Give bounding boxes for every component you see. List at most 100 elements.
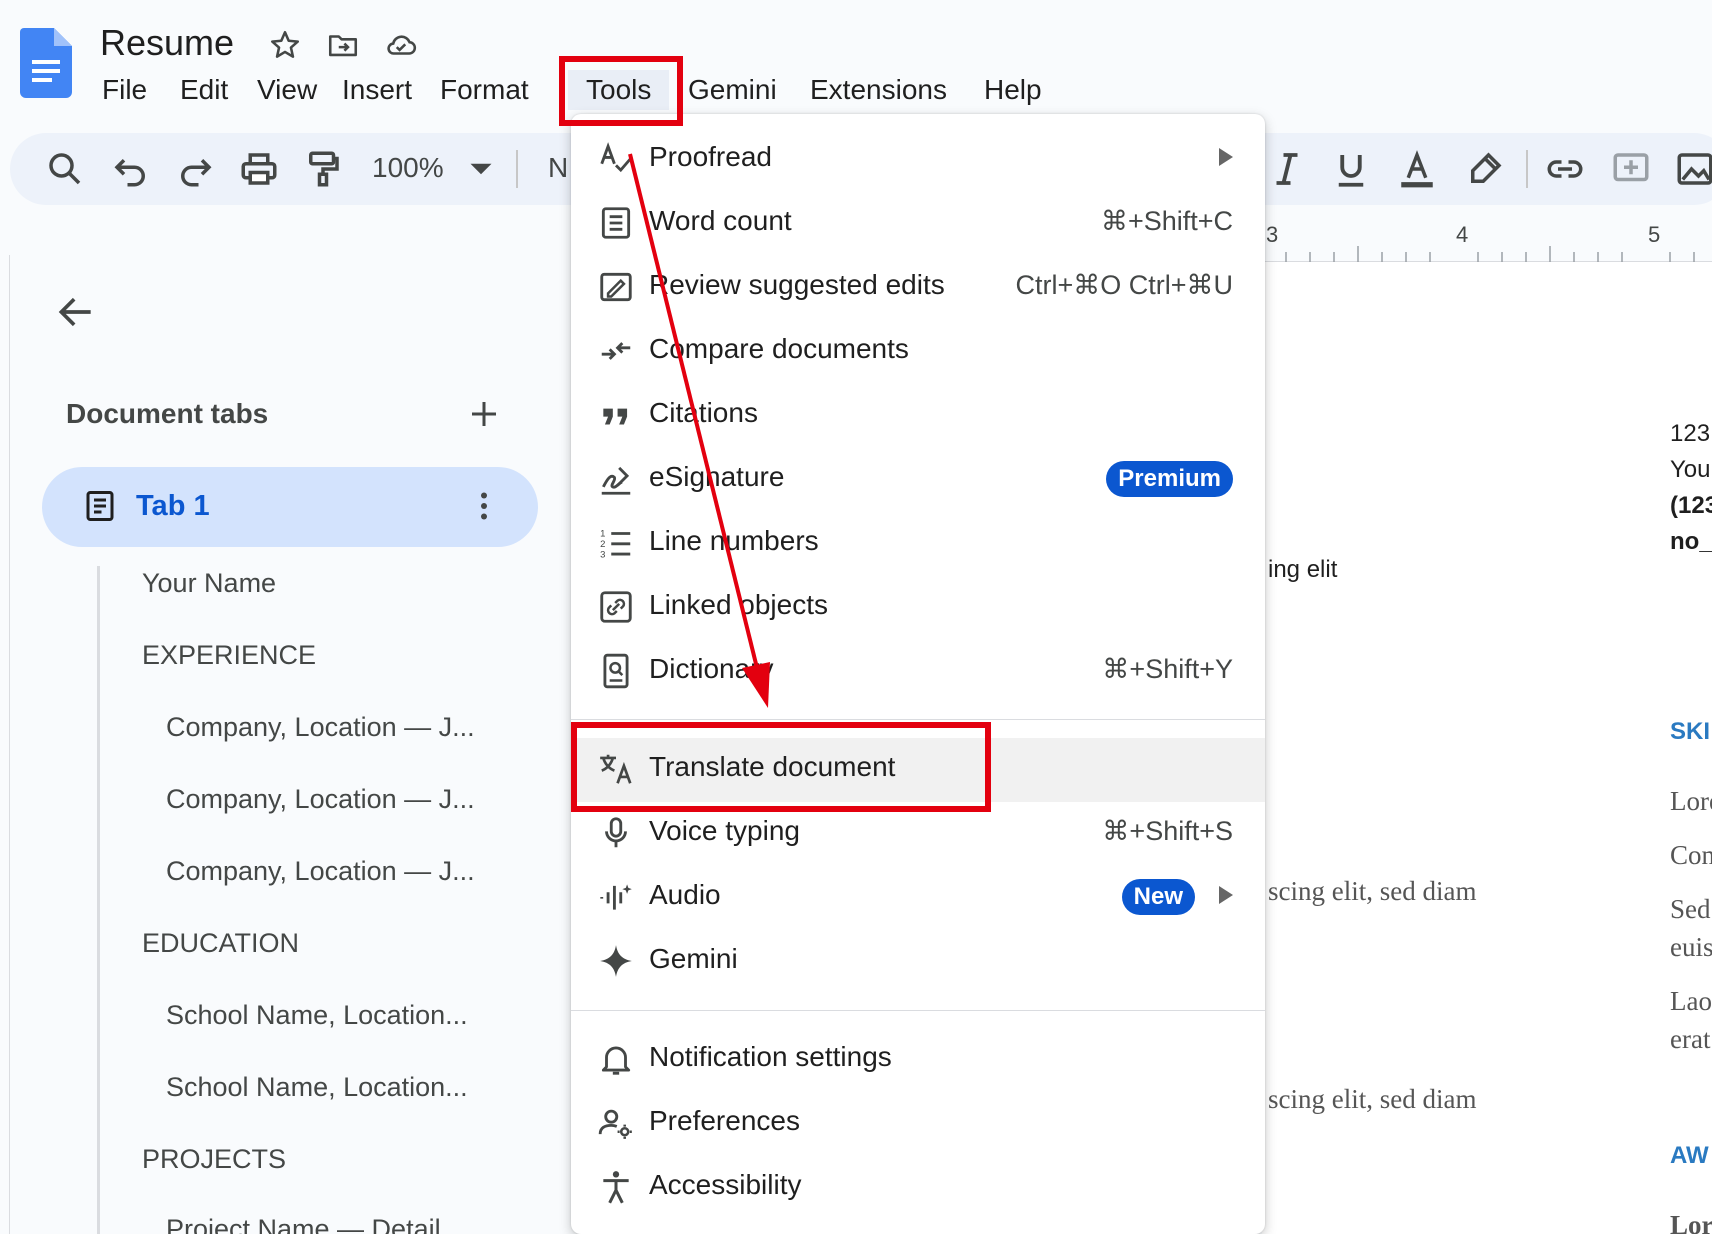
menu-item-label: Notification settings [649, 1041, 892, 1072]
menu-item-accessibility[interactable]: Accessibility [571, 1156, 1265, 1218]
outline-item[interactable]: School Name, Location... [166, 1072, 468, 1103]
svg-text:3: 3 [600, 549, 605, 560]
undo-icon[interactable] [110, 148, 152, 190]
bell-icon [597, 1040, 635, 1078]
menu-item-gemini[interactable]: Gemini [571, 930, 1265, 992]
annotation-box-translate [571, 722, 991, 812]
menu-file[interactable]: File [84, 70, 165, 110]
outline-item[interactable]: Company, Location — J... [166, 856, 475, 887]
menu-item-label: Citations [649, 397, 758, 428]
audio-icon [597, 878, 635, 916]
menu-edit[interactable]: Edit [162, 70, 246, 110]
outline-guide-line [97, 566, 100, 1234]
menu-format[interactable]: Format [422, 70, 547, 110]
menu-item-label: eSignature [649, 461, 785, 492]
menu-item-notification-settings[interactable]: Notification settings [571, 1028, 1265, 1090]
menu-item-preferences[interactable]: Preferences [571, 1092, 1265, 1154]
print-icon[interactable] [238, 148, 280, 190]
doc-text: Con [1670, 840, 1712, 870]
italic-icon[interactable] [1266, 148, 1308, 190]
insert-link-icon[interactable] [1544, 148, 1586, 190]
outline-item[interactable]: Project Name — Detail [166, 1214, 441, 1234]
menu-item-line-numbers[interactable]: 123 Line numbers [571, 512, 1265, 574]
doc-heading: AW [1670, 1142, 1709, 1169]
menu-item-compare-documents[interactable]: Compare documents [571, 320, 1265, 382]
redo-icon[interactable] [174, 148, 216, 190]
menu-item-linked-objects[interactable]: Linked objects [571, 576, 1265, 638]
menu-help[interactable]: Help [966, 70, 1060, 110]
menu-item-label: Gemini [649, 943, 738, 974]
outline-item[interactable]: Company, Location — J... [166, 784, 475, 815]
dictionary-icon [597, 652, 635, 690]
menu-item-label: Preferences [649, 1105, 800, 1136]
menu-insert[interactable]: Insert [324, 70, 430, 110]
doc-text: Lao [1670, 986, 1712, 1016]
premium-badge: Premium [1106, 461, 1233, 497]
chevron-down-icon[interactable] [460, 148, 502, 190]
menu-separator [571, 719, 1265, 720]
document-title[interactable]: Resume [100, 22, 234, 64]
insert-image-icon[interactable] [1674, 148, 1712, 190]
google-docs-logo-icon[interactable] [20, 28, 72, 98]
menu-item-esignature[interactable]: eSignature Premium [571, 448, 1265, 510]
add-comment-icon[interactable] [1610, 148, 1652, 190]
outline-item[interactable]: EDUCATION [142, 928, 299, 959]
doc-text: scing elit, sed diam [1268, 1084, 1477, 1114]
paragraph-style-select[interactable]: N [548, 152, 568, 184]
horizontal-ruler[interactable]: 3 4 5 [1262, 218, 1712, 262]
review-edits-icon [597, 268, 635, 306]
menu-item-proofread[interactable]: Proofread [571, 128, 1265, 190]
highlight-pen-icon[interactable] [1464, 148, 1506, 190]
linked-objects-icon [597, 588, 635, 626]
document-icon [86, 491, 114, 521]
keyboard-shortcut: ⌘+Shift+C [1100, 206, 1233, 236]
menu-extensions[interactable]: Extensions [792, 70, 965, 110]
quote-icon [597, 396, 635, 434]
keyboard-shortcut: ⌘+Shift+Y [1102, 654, 1233, 684]
menu-item-label: Word count [649, 205, 792, 236]
underline-icon[interactable] [1330, 148, 1372, 190]
move-folder-icon[interactable] [326, 28, 360, 62]
sparkle-icon [597, 942, 635, 980]
text-color-icon[interactable] [1396, 148, 1438, 190]
submenu-arrow-icon [1219, 886, 1233, 904]
menu-gemini[interactable]: Gemini [670, 70, 795, 110]
doc-text: You [1670, 456, 1711, 483]
menu-item-citations[interactable]: Citations [571, 384, 1265, 446]
tab-label[interactable]: Tab 1 [136, 490, 210, 523]
accessibility-icon [597, 1168, 635, 1206]
star-icon[interactable] [268, 28, 302, 62]
outline-item[interactable]: Company, Location — J... [166, 712, 475, 743]
doc-text: euis [1670, 932, 1712, 962]
outline-item[interactable]: Your Name [142, 568, 276, 599]
doc-text: (123 [1670, 492, 1712, 519]
annotation-box-tools [559, 56, 683, 126]
back-arrow-icon[interactable] [54, 290, 98, 334]
more-options-icon[interactable] [466, 488, 502, 524]
cloud-saved-icon[interactable] [384, 28, 418, 62]
user-settings-icon [597, 1104, 635, 1142]
search-menus-icon[interactable] [44, 148, 86, 190]
outline-item[interactable]: EXPERIENCE [142, 640, 316, 671]
menu-item-word-count[interactable]: Word count ⌘+Shift+C [571, 192, 1265, 254]
add-tab-icon[interactable] [466, 396, 502, 432]
menu-item-audio[interactable]: Audio New [571, 866, 1265, 928]
doc-text: Lor [1670, 1210, 1712, 1234]
menu-view[interactable]: View [239, 70, 335, 110]
menu-item-dictionary[interactable]: Dictionary ⌘+Shift+Y [571, 640, 1265, 702]
menu-item-label: Audio [649, 879, 721, 910]
outline-item[interactable]: PROJECTS [142, 1144, 286, 1175]
vertical-ruler[interactable] [0, 255, 10, 1234]
zoom-select[interactable]: 100% [372, 152, 444, 184]
doc-text: ing elit [1268, 556, 1338, 583]
microphone-icon [597, 814, 635, 852]
outline-item[interactable]: School Name, Location... [166, 1000, 468, 1031]
signature-icon [597, 460, 635, 498]
menu-item-review-suggested-edits[interactable]: Review suggested edits Ctrl+⌘O Ctrl+⌘U [571, 256, 1265, 318]
toolbar-divider [1526, 150, 1528, 188]
paint-format-icon[interactable] [302, 148, 344, 190]
menu-item-label: Proofread [649, 141, 772, 172]
menu-item-label: Compare documents [649, 333, 909, 364]
keyboard-shortcut: ⌘+Shift+S [1102, 816, 1233, 846]
doc-text: scing elit, sed diam [1268, 876, 1477, 906]
